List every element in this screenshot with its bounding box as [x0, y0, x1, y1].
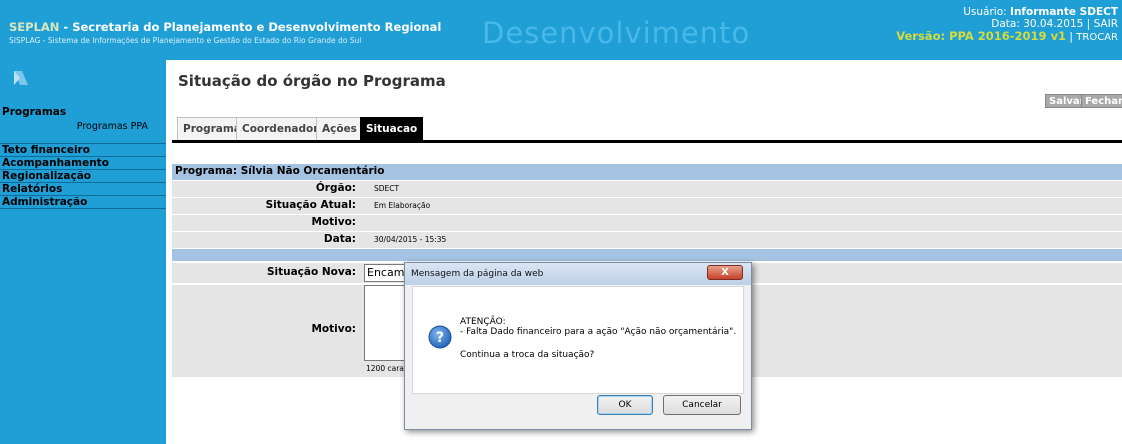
logout-link[interactable]: SAIR: [1094, 18, 1118, 30]
app-subtitle: SISPLAG - Sistema de Informações de Plan…: [9, 36, 362, 45]
value-data: 30/04/2015 - 15:35: [374, 235, 447, 244]
dialog-ok-button[interactable]: OK: [597, 395, 653, 415]
dialog-body: ? ATENÇÃO: - Falta Dado financeiro para …: [412, 286, 744, 394]
label-motivo: Motivo:: [311, 216, 356, 228]
label-data: Data:: [323, 233, 356, 245]
user-name: Informante SDECT: [1010, 6, 1118, 18]
page-title: Situação do órgão no Programa: [178, 72, 446, 90]
dialog-titlebar[interactable]: Mensagem da página da web X: [405, 263, 751, 285]
dialog-cancel-button[interactable]: Cancelar: [663, 395, 741, 415]
section-divider-row: [172, 249, 1122, 261]
user-label: Usuário:: [963, 6, 1007, 18]
app-title: SEPLAN - Secretaria do Planejamento e De…: [9, 20, 441, 34]
alert-dialog: Mensagem da página da web X ? ATENÇÃO: -…: [404, 262, 752, 430]
sidebar-section-programas[interactable]: Programas: [2, 106, 66, 118]
switch-link[interactable]: TROCAR: [1076, 32, 1118, 43]
value-orgao: SDECT: [374, 184, 400, 193]
sidebar-item-acompanhamento[interactable]: Acompanhamento: [2, 158, 109, 169]
label-motivo-novo: Motivo:: [311, 323, 356, 335]
sidebar-item-regionalizacao[interactable]: Regionalização: [2, 171, 91, 182]
sidebar-divider: [0, 208, 166, 209]
tab-situacao[interactable]: Situacao: [360, 117, 424, 140]
dialog-message-heading: ATENÇÃO:: [460, 317, 506, 327]
header-separator: |: [1083, 18, 1094, 30]
info-row-situacao-atual: Situação Atual: Em Elaboração: [172, 198, 1122, 214]
sidebar-item-relatorios[interactable]: Relatórios: [2, 184, 62, 195]
info-row-motivo: Motivo:: [172, 215, 1122, 231]
app-logo-icon: [14, 71, 28, 85]
banner-text: Desenvolvimento: [482, 16, 751, 50]
app-title-prefix: SEPLAN: [9, 20, 60, 34]
dialog-message-question: Continua a troca da situação?: [460, 350, 595, 360]
sidebar-item-administracao[interactable]: Administração: [2, 197, 87, 208]
app-header: SEPLAN - Secretaria do Planejamento e De…: [0, 0, 1122, 60]
sidebar-item-programas-ppa[interactable]: Programas PPA: [77, 121, 148, 132]
label-situacao-nova: Situação Nova:: [266, 266, 356, 278]
dialog-title: Mensagem da página da web: [411, 269, 544, 279]
tab-underline: [172, 140, 1122, 143]
sidebar: Programas Programas PPA Teto financeiro …: [0, 60, 166, 444]
info-row-orgao: Órgão: SDECT: [172, 181, 1122, 197]
label-situacao-atual: Situação Atual:: [265, 199, 356, 211]
question-icon: ?: [428, 325, 452, 349]
header-separator: |: [1066, 31, 1077, 43]
tab-acoes[interactable]: Ações: [316, 117, 363, 140]
program-name: Programa: Sílvia Não Orcamentário: [175, 165, 385, 177]
program-header-row: Programa: Sílvia Não Orcamentário: [172, 164, 1122, 180]
value-situacao-atual: Em Elaboração: [374, 201, 431, 210]
dialog-close-button[interactable]: X: [707, 265, 743, 280]
dialog-message-detail: - Falta Dado financeiro para a ação "Açã…: [460, 327, 737, 337]
user-info: Usuário: Informante SDECT Data: 30.04.20…: [896, 6, 1122, 44]
version-label: Versão: PPA 2016-2019 v1: [896, 29, 1067, 43]
svg-text:?: ?: [436, 330, 444, 346]
label-orgao: Órgão:: [315, 182, 356, 194]
sidebar-item-teto-financeiro[interactable]: Teto financeiro: [2, 145, 90, 156]
close-button[interactable]: Fechar: [1081, 94, 1122, 108]
app-title-rest: - Secretaria do Planejamento e Desenvolv…: [59, 20, 442, 34]
tab-coordenador[interactable]: Coordenador: [236, 117, 325, 140]
info-row-data: Data: 30/04/2015 - 15:35: [172, 232, 1122, 248]
